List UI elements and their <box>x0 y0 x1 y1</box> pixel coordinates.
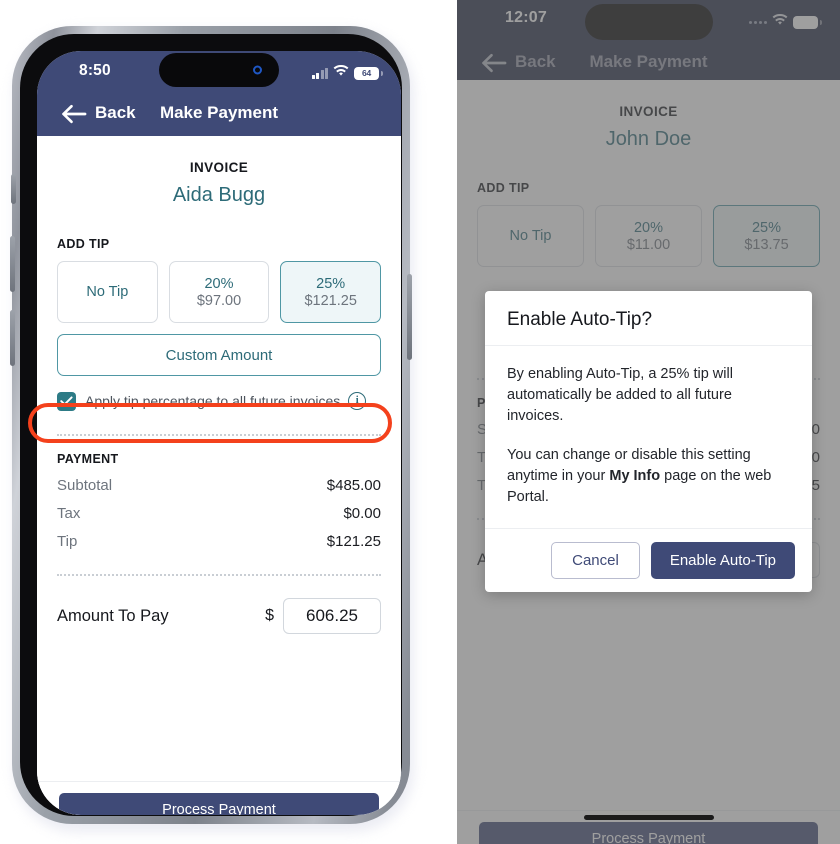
tip-option-20[interactable]: 20% $97.00 <box>168 261 270 323</box>
tip-option-percent: 20% <box>633 219 664 236</box>
tip-option-label: No Tip <box>509 228 552 244</box>
wifi-icon <box>772 13 788 31</box>
tip-option-25[interactable]: 25% $121.25 <box>280 261 382 323</box>
left-screen-content: INVOICE Aida Bugg ADD TIP No Tip 20% $97… <box>37 160 401 815</box>
right-status-bar: 12:07 <box>457 0 840 44</box>
tip-option-label: No Tip <box>86 284 129 300</box>
process-payment-button[interactable]: Process Payment <box>479 822 818 844</box>
amount-to-pay-control: $ 606.25 <box>265 598 381 634</box>
tip-options-row: No Tip 20% $11.00 25% $13.75 <box>477 205 820 267</box>
tip-option-amount: $11.00 <box>626 236 671 253</box>
status-indicators <box>749 13 822 31</box>
volume-down-button[interactable] <box>10 310 15 366</box>
dialog-paragraph-2: You can change or disable this setting a… <box>507 445 790 508</box>
tip-option-20[interactable]: 20% $11.00 <box>595 205 702 267</box>
payment-row-value: $0.00 <box>343 505 381 522</box>
tip-option-percent: 25% <box>316 275 346 292</box>
left-nav-bar: 8:50 64 Back Make Payment <box>37 51 401 136</box>
power-button[interactable] <box>407 274 412 360</box>
back-button-label[interactable]: Back <box>515 52 556 72</box>
cellular-dots-icon <box>749 20 767 24</box>
right-phone-screen: 12:07 Back Make Payment INVOICE John Doe… <box>457 0 840 844</box>
left-phone-screen: 8:50 64 Back Make Payment INVOICE Aida B… <box>37 51 401 815</box>
add-tip-label: ADD TIP <box>477 181 530 195</box>
payment-row-key: Tax <box>57 505 81 522</box>
payment-row-subtotal: Subtotal $485.00 <box>57 477 381 494</box>
battery-full-icon <box>793 15 822 29</box>
wifi-icon <box>333 64 349 82</box>
left-navbar-row: Back Make Payment <box>37 95 401 136</box>
enable-auto-tip-dialog: Enable Auto-Tip? By enabling Auto-Tip, a… <box>485 291 812 592</box>
dialog-footer: Cancel Enable Auto-Tip <box>485 528 812 592</box>
dialog-body: By enabling Auto-Tip, a 25% tip will aut… <box>485 346 812 528</box>
tip-option-no-tip[interactable]: No Tip <box>477 205 584 267</box>
amount-to-pay-input[interactable]: 606.25 <box>283 598 381 634</box>
tip-option-amount: $121.25 <box>304 292 357 309</box>
payment-row-value: $121.25 <box>326 533 381 550</box>
volume-up-button[interactable] <box>10 236 15 292</box>
tip-option-percent: 25% <box>751 219 782 236</box>
right-nav-bar: 12:07 Back Make Payment <box>457 0 840 80</box>
device-bezel: 8:50 64 Back Make Payment INVOICE Aida B… <box>20 34 402 816</box>
custom-amount-button[interactable]: Custom Amount <box>57 334 381 376</box>
process-payment-button[interactable]: Process Payment <box>59 793 379 815</box>
payment-row-key: Subtotal <box>57 477 113 494</box>
cellular-bars-icon <box>311 67 328 79</box>
divider-bottom <box>57 574 381 576</box>
checkbox-checked-icon[interactable] <box>57 391 76 411</box>
apply-tip-checkbox-row[interactable]: Apply tip percentage to all future invoi… <box>57 388 381 414</box>
tip-option-amount: $97.00 <box>196 292 242 309</box>
left-footer-bar: Process Payment <box>37 781 401 815</box>
page-title: Make Payment <box>589 52 708 71</box>
left-status-bar: 8:50 64 <box>37 51 401 95</box>
arrow-left-icon[interactable] <box>59 101 89 127</box>
device-frame-outer: 8:50 64 Back Make Payment INVOICE Aida B… <box>10 26 412 824</box>
cancel-button[interactable]: Cancel <box>551 542 640 579</box>
divider-top <box>57 434 381 436</box>
left-phone-device: 8:50 64 Back Make Payment INVOICE Aida B… <box>8 22 418 834</box>
page-title: Make Payment <box>159 103 279 122</box>
apply-tip-checkbox-label: Apply tip percentage to all future invoi… <box>85 393 341 409</box>
add-tip-label: ADD TIP <box>57 237 110 251</box>
invoice-customer-name: John Doe <box>605 128 692 150</box>
dynamic-island <box>159 53 279 87</box>
dynamic-island <box>584 4 713 40</box>
amount-to-pay-row: Amount To Pay $ 606.25 <box>57 598 381 634</box>
dialog-header: Enable Auto-Tip? <box>485 291 812 346</box>
info-circle-icon[interactable]: i <box>348 392 367 410</box>
status-indicators: 64 <box>311 64 383 82</box>
invoice-label: INVOICE <box>619 104 678 119</box>
tip-option-percent: 20% <box>204 275 234 292</box>
status-time: 12:07 <box>505 9 547 26</box>
payment-row-key: Tip <box>57 533 78 550</box>
dialog-title: Enable Auto-Tip? <box>507 309 653 330</box>
dialog-paragraph-1: By enabling Auto-Tip, a 25% tip will aut… <box>507 366 733 424</box>
back-button-label[interactable]: Back <box>95 103 136 123</box>
silent-switch[interactable] <box>11 174 16 204</box>
invoice-label: INVOICE <box>189 160 249 175</box>
payment-row-tip: Tip $121.25 <box>57 533 381 550</box>
amount-to-pay-label: Amount To Pay <box>57 606 169 625</box>
right-navbar-row: Back Make Payment <box>457 44 840 80</box>
enable-auto-tip-button[interactable]: Enable Auto-Tip <box>650 542 795 579</box>
screenshot-canvas: 8:50 64 Back Make Payment INVOICE Aida B… <box>0 0 840 844</box>
tip-option-amount: $13.75 <box>744 236 789 253</box>
tip-options-row: No Tip 20% $97.00 25% $121.25 <box>57 261 382 323</box>
tip-option-25[interactable]: 25% $13.75 <box>713 205 820 267</box>
status-time: 8:50 <box>79 62 111 79</box>
battery-indicator: 64 <box>354 66 383 80</box>
dialog-paragraph-2-bold: My Info <box>609 468 661 484</box>
tip-option-no-tip[interactable]: No Tip <box>57 261 158 323</box>
front-camera-icon <box>253 65 262 75</box>
arrow-left-icon[interactable] <box>479 50 509 76</box>
home-indicator[interactable] <box>583 815 714 820</box>
invoice-customer-name: Aida Bugg <box>172 184 266 206</box>
payment-section-label: PAYMENT <box>57 452 119 466</box>
payment-row-tax: Tax $0.00 <box>57 505 381 522</box>
payment-row-value: $485.00 <box>326 477 381 494</box>
currency-symbol: $ <box>265 607 274 624</box>
